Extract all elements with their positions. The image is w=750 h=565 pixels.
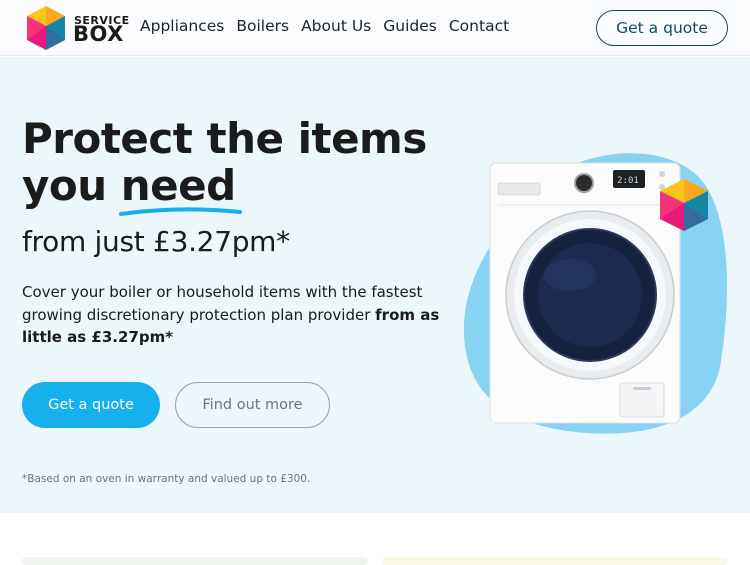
headline-line-1: Protect the items [22, 114, 427, 163]
headline-prefix: you [22, 161, 121, 210]
hero-find-out-more-button[interactable]: Find out more [175, 382, 330, 428]
nav-item-guides[interactable]: Guides [383, 17, 437, 35]
logo-cube-icon [27, 6, 65, 50]
nav-item-contact[interactable]: Contact [449, 17, 509, 35]
hero-get-quote-button[interactable]: Get a quote [22, 382, 160, 428]
servicebox-logo[interactable]: SERVICE BOX [24, 4, 134, 52]
below-fold-section [0, 513, 750, 565]
washing-machine-image: 2:01 [463, 153, 727, 434]
nav-item-about-us[interactable]: About Us [301, 17, 371, 35]
headline-highlight-text: need [120, 161, 236, 210]
nav-item-appliances[interactable]: Appliances [140, 17, 224, 35]
card-left [22, 557, 368, 565]
hero-subheadline: from just £3.27pm* [22, 225, 290, 258]
hero-section: Protect the items you need from just £3.… [0, 57, 750, 513]
main-nav: Appliances Boilers About Us Guides Conta… [140, 17, 509, 35]
headline-highlight: need [118, 161, 242, 216]
nav-item-boilers[interactable]: Boilers [236, 17, 289, 35]
site-header: SERVICE BOX Appliances Boilers About Us … [0, 0, 750, 56]
svg-text:2:01: 2:01 [617, 176, 639, 186]
hero-footnote: *Based on an oven in warranty and valued… [22, 473, 311, 485]
headline-line-2: you need [22, 161, 462, 216]
description-text: Cover your boiler or household items wit… [22, 283, 423, 324]
header-get-quote-button[interactable]: Get a quote [596, 10, 728, 46]
hero-description: Cover your boiler or household items wit… [22, 281, 452, 349]
underline-swoosh-icon [118, 207, 242, 216]
hero-headline: Protect the items you need [22, 114, 462, 216]
logo-wordmark-box: BOX [73, 22, 124, 46]
card-right [382, 557, 728, 565]
